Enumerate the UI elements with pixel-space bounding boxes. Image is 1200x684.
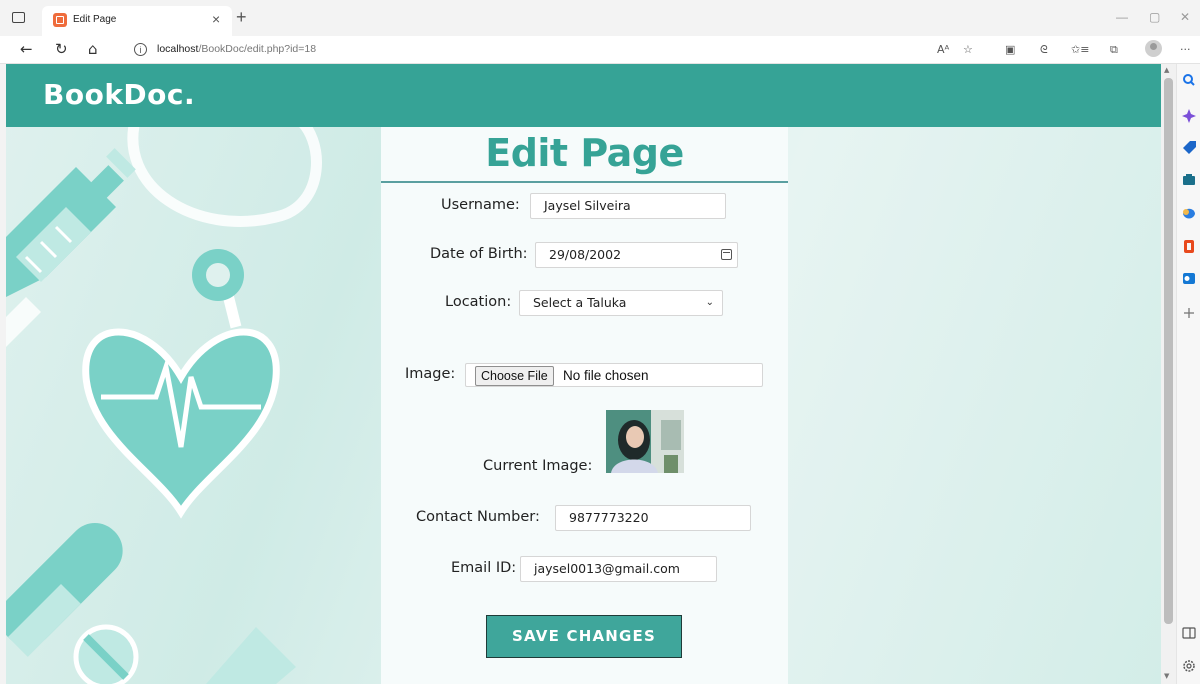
- scrollbar-thumb[interactable]: [1164, 78, 1173, 624]
- pill-icon: [6, 523, 296, 684]
- page-viewport: BookDoc. Edit Page Username: Jaysel Silv…: [6, 64, 1161, 684]
- location-selected: Select a Taluka: [533, 295, 627, 310]
- contact-label: Contact Number:: [416, 509, 540, 525]
- location-label: Location:: [445, 294, 512, 310]
- copilot-icon[interactable]: ᘓ: [1040, 43, 1048, 57]
- copilot-icon[interactable]: [1182, 109, 1196, 123]
- username-input[interactable]: Jaysel Silveira: [530, 193, 726, 219]
- address-bar: ← ↻ ⌂ i localhost/BookDoc/edit.php?id=18…: [0, 36, 1200, 64]
- add-icon[interactable]: [1184, 308, 1194, 318]
- title-divider: [381, 181, 788, 183]
- edit-form-card: Edit Page Username: Jaysel Silveira Date…: [381, 127, 788, 684]
- dob-input[interactable]: 29/08/2002: [535, 242, 738, 268]
- games-icon[interactable]: [1183, 208, 1195, 219]
- favorites-icon[interactable]: ✩≡: [1071, 43, 1089, 56]
- home-icon[interactable]: ⌂: [88, 40, 98, 58]
- scroll-up-icon[interactable]: ▲: [1164, 66, 1169, 74]
- url-field[interactable]: i localhost/BookDoc/edit.php?id=18: [120, 39, 920, 61]
- site-header: BookDoc.: [6, 64, 1161, 127]
- image-file-input[interactable]: Choose File No file chosen: [465, 363, 763, 387]
- reload-icon[interactable]: ↻: [55, 40, 68, 58]
- page-title: Edit Page: [485, 131, 684, 175]
- profile-icon[interactable]: [1145, 40, 1162, 57]
- tools-icon[interactable]: [1183, 174, 1195, 185]
- dob-value: 29/08/2002: [549, 247, 622, 262]
- read-aloud-icon[interactable]: Aᴬ: [937, 43, 949, 56]
- contact-input[interactable]: 9877773220: [555, 505, 751, 531]
- image-label: Image:: [405, 366, 456, 382]
- site-brand[interactable]: BookDoc.: [43, 78, 195, 111]
- new-tab-icon[interactable]: +: [236, 7, 247, 28]
- tab-bar: Edit Page × + — ▢ ✕: [0, 0, 1200, 36]
- current-image: [606, 410, 684, 473]
- heart-icon: [82, 328, 280, 519]
- minimize-icon[interactable]: —: [1116, 10, 1128, 24]
- email-input[interactable]: jaysel0013@gmail.com: [520, 556, 717, 582]
- outlook-icon[interactable]: [1183, 273, 1195, 284]
- choose-file-button[interactable]: Choose File: [475, 366, 554, 386]
- current-image-label: Current Image:: [483, 458, 593, 474]
- url-text: localhost/BookDoc/edit.php?id=18: [157, 43, 317, 55]
- collections-icon[interactable]: ⧉: [1110, 43, 1118, 57]
- username-label: Username:: [441, 197, 520, 213]
- dob-label: Date of Birth:: [430, 246, 528, 262]
- vertical-scrollbar[interactable]: ▲ ▼: [1161, 64, 1176, 684]
- medical-illustration: [6, 127, 322, 684]
- shopping-tag-icon[interactable]: [1183, 141, 1196, 154]
- tab-title: Edit Page: [73, 14, 117, 25]
- location-select[interactable]: Select a Taluka ⌄: [519, 290, 723, 316]
- restore-icon[interactable]: ▢: [1149, 10, 1160, 24]
- office-icon[interactable]: [1184, 240, 1194, 253]
- favorite-add-icon[interactable]: ☆: [963, 43, 973, 56]
- calendar-icon[interactable]: [721, 249, 732, 260]
- sidebar-toggle-icon[interactable]: [1182, 627, 1196, 639]
- scroll-down-icon[interactable]: ▼: [1164, 672, 1169, 680]
- extensions-icon[interactable]: ▣: [1005, 43, 1015, 56]
- back-icon[interactable]: ←: [20, 40, 33, 58]
- email-label: Email ID:: [451, 560, 517, 576]
- save-changes-button[interactable]: SAVE CHANGES: [486, 615, 682, 658]
- settings-icon[interactable]: [1183, 660, 1195, 672]
- search-icon[interactable]: [1183, 74, 1195, 86]
- edge-sidebar: [1176, 64, 1200, 684]
- site-info-icon[interactable]: i: [134, 43, 147, 56]
- more-icon[interactable]: ···: [1180, 43, 1191, 56]
- tab-actions-icon[interactable]: [10, 9, 28, 27]
- browser-tab[interactable]: Edit Page ×: [42, 6, 232, 36]
- close-tab-icon[interactable]: ×: [212, 11, 220, 27]
- chevron-down-icon: ⌄: [705, 297, 714, 308]
- file-status: No file chosen: [563, 368, 649, 383]
- favicon-icon: [53, 13, 67, 27]
- close-window-icon[interactable]: ✕: [1180, 10, 1190, 24]
- syringe-icon: [6, 148, 136, 347]
